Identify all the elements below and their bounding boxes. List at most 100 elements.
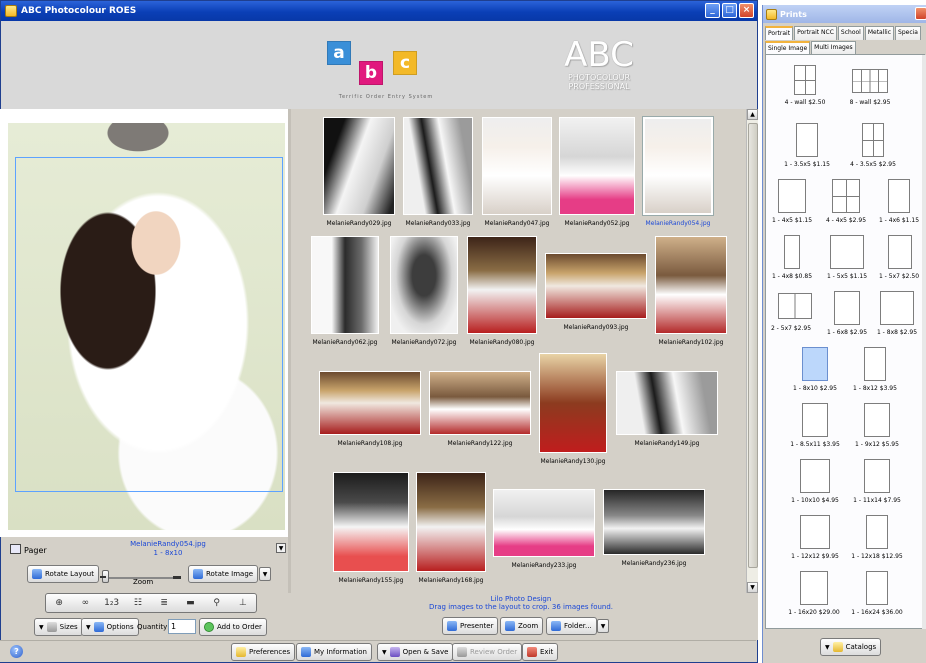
print-size-thumb (862, 123, 884, 157)
tab-portrait[interactable]: Portrait (765, 26, 794, 40)
thumbnail-image (482, 117, 552, 215)
print-size-thumb (852, 69, 888, 93)
thumbnail-item[interactable]: MelanieRandy149.jpg (616, 371, 718, 447)
thumbnail-image (642, 116, 714, 216)
options-label: Options (106, 623, 134, 631)
print-size-thumb (800, 459, 830, 493)
folder-dropdown-button[interactable]: ▼ (597, 619, 609, 633)
presenter-label: Presenter (460, 622, 494, 630)
prints-app-icon (766, 8, 777, 20)
rotate-image-button[interactable]: Rotate Image (188, 565, 259, 583)
pin-icon[interactable]: ⊥ (236, 597, 250, 609)
print-size-label: 2 - 5x7 $2.95 (770, 325, 812, 332)
thumbnail-item[interactable]: MelanieRandy029.jpg (323, 117, 395, 227)
thumbnail-item[interactable]: MelanieRandy052.jpg (559, 117, 635, 227)
options-dropdown-arrow: ▼ (86, 623, 91, 631)
pager-icon (10, 544, 21, 554)
print-size-thumb (888, 235, 912, 269)
open-save-button[interactable]: ▼ Open & Save (377, 643, 454, 661)
thumbnail-item[interactable]: MelanieRandy080.jpg (467, 236, 537, 346)
tab-school[interactable]: School (837, 26, 864, 40)
scroll-up-button[interactable]: ▲ (747, 109, 758, 120)
sizes-icon (46, 622, 57, 632)
scroll-down-button[interactable]: ▼ (747, 582, 758, 593)
sizes-button[interactable]: ▼ Sizes (34, 618, 83, 636)
numbering-icon[interactable]: 1₂3 (104, 597, 119, 609)
thumbnail-grid[interactable]: MelanieRandy029.jpg MelanieRandy033.jpg … (291, 109, 746, 593)
magnify-icon[interactable]: ⚲ (210, 597, 224, 609)
close-button[interactable]: × (739, 3, 754, 18)
rotate-layout-button[interactable]: Rotate Layout (27, 565, 99, 583)
folder-label: Folder... (564, 622, 592, 630)
subtab-multi-images[interactable]: Multi Images (811, 41, 856, 54)
thumbnail-item[interactable]: MelanieRandy155.jpg (333, 472, 409, 584)
thumbnail-item[interactable]: MelanieRandy236.jpg (603, 489, 705, 567)
link-icon[interactable]: ∞ (78, 597, 92, 609)
minimize-button[interactable]: _ (705, 3, 720, 18)
zoom-button[interactable]: Zoom (500, 617, 544, 635)
rotate-dropdown-button[interactable]: ▼ (259, 567, 271, 581)
subtab-single-image[interactable]: Single Image (765, 41, 811, 54)
pager-expand-button[interactable]: ▼ (276, 543, 286, 553)
print-size-label: 1 - 12x18 $12.95 (851, 553, 903, 560)
grid-icon[interactable]: ☷ (131, 597, 145, 609)
thumbnail-item[interactable]: MelanieRandy062.jpg (311, 236, 379, 346)
help-icon[interactable]: ? (10, 645, 23, 658)
tab-portrait-ncc[interactable]: Portrait NCC (794, 26, 837, 40)
thumbnail-item[interactable]: MelanieRandy108.jpg (319, 371, 421, 447)
preferences-button[interactable]: Preferences (231, 643, 296, 661)
thumbnail-name: MelanieRandy102.jpg (658, 339, 724, 346)
print-size-thumb (866, 515, 888, 549)
print-size-thumb (880, 291, 914, 325)
thumbnail-item[interactable]: MelanieRandy093.jpg (545, 253, 647, 331)
quantity-input[interactable]: 1 (168, 619, 196, 634)
scroll-thumb[interactable] (748, 123, 758, 568)
thumbnail-item[interactable]: MelanieRandy233.jpg (493, 489, 595, 569)
fill-icon[interactable]: ▬ (183, 597, 197, 609)
add-to-order-button[interactable]: Add to Order (199, 618, 267, 636)
open-save-label: Open & Save (402, 648, 449, 656)
title-bar[interactable]: ABC Photocolour ROES _ □ × (1, 1, 757, 21)
thumbnail-item[interactable]: MelanieRandy102.jpg (655, 236, 727, 346)
folder-button[interactable]: Folder... (546, 617, 597, 635)
window-title: ABC Photocolour ROES (21, 6, 137, 16)
catalogs-button[interactable]: ▼ Catalogs (820, 638, 882, 656)
crop-icon[interactable]: ⊕ (52, 597, 66, 609)
print-size-thumb (778, 179, 806, 213)
catalogs-dropdown-arrow: ▼ (825, 643, 830, 651)
options-button[interactable]: ▼ Options (81, 618, 139, 636)
tab-metallic[interactable]: Metallic (864, 26, 895, 40)
thumbnail-item-selected[interactable]: MelanieRandy054.jpg (642, 116, 714, 227)
thumbnail-image (559, 117, 635, 215)
my-information-button[interactable]: My Information (296, 643, 372, 661)
thumbnail-name: MelanieRandy080.jpg (469, 339, 535, 346)
thumbnail-item[interactable]: MelanieRandy122.jpg (429, 371, 531, 447)
thumbnail-item[interactable]: MelanieRandy033.jpg (403, 117, 473, 227)
print-size-thumb (794, 65, 816, 95)
thumbnail-item[interactable]: MelanieRandy130.jpg (539, 353, 607, 465)
print-size-thumb (888, 179, 910, 213)
exit-button[interactable]: Exit (522, 643, 559, 661)
thumbnail-image (616, 371, 718, 435)
tab-special[interactable]: Specia (895, 26, 921, 40)
crop-rectangle[interactable] (15, 157, 283, 492)
thumbnail-item[interactable]: MelanieRandy047.jpg (482, 117, 552, 227)
print-size-thumb (796, 123, 818, 157)
thumbnail-item[interactable]: MelanieRandy072.jpg (390, 236, 458, 346)
sizes-label: Sizes (59, 623, 78, 631)
print-size-label: 1 - 11x14 $7.95 (853, 497, 901, 504)
maximize-button[interactable]: □ (722, 3, 737, 18)
status-message: Drag images to the layout to crop. 36 im… (428, 603, 614, 611)
print-size-thumb (802, 347, 828, 381)
thumbnail-scrollbar[interactable]: ▲ ▼ (746, 109, 758, 593)
presenter-button[interactable]: Presenter (442, 617, 499, 635)
prints-title-bar[interactable]: Prints (763, 5, 926, 23)
review-order-button[interactable]: Review Order (452, 643, 523, 661)
zoom-icon (505, 621, 515, 631)
prints-close-button[interactable] (915, 7, 926, 20)
pager-label: Pager (24, 546, 47, 555)
print-sizes-scrollbar[interactable] (922, 55, 926, 629)
thumbnail-item[interactable]: MelanieRandy168.jpg (416, 472, 486, 584)
layers-icon[interactable]: ≣ (157, 597, 171, 609)
exit-icon (527, 647, 537, 657)
